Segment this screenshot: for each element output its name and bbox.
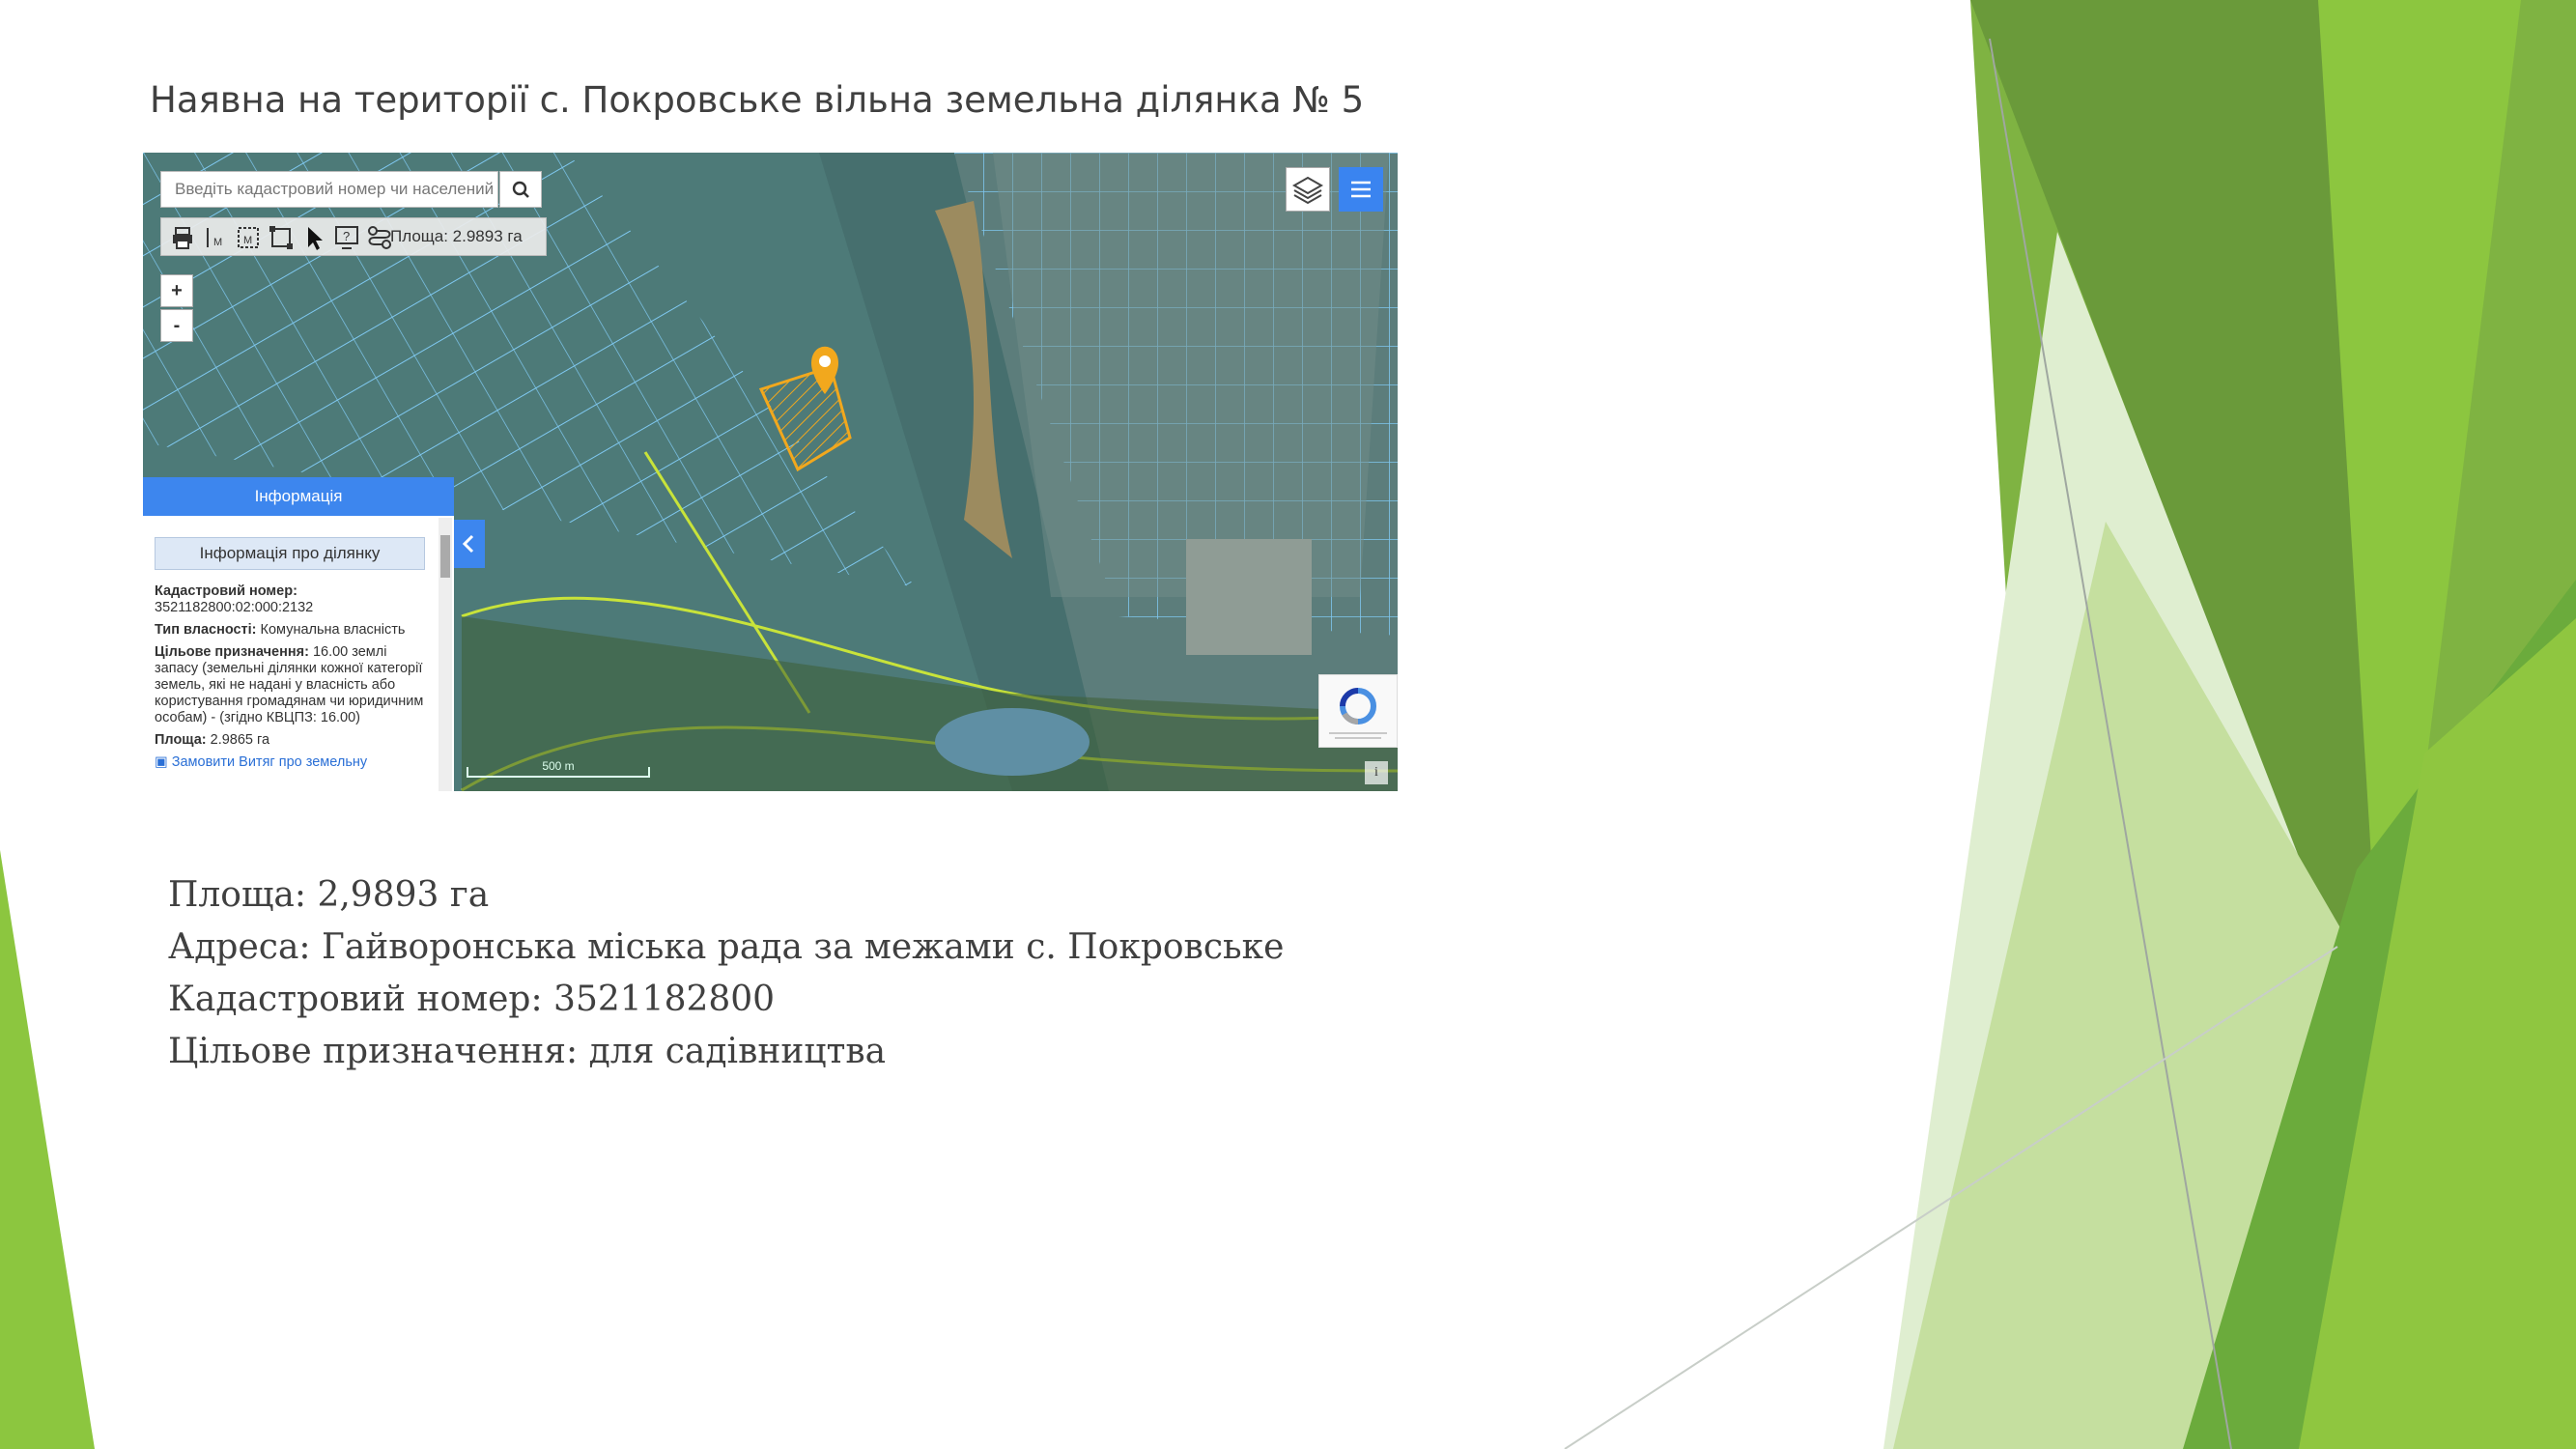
collapse-panel-button[interactable] <box>454 520 485 568</box>
ownership-label: Тип власності: <box>155 622 257 638</box>
ownership-value: Комунальна власність <box>260 622 406 638</box>
measure-area-icon[interactable]: M <box>235 224 262 251</box>
scroll-thumb[interactable] <box>440 535 450 578</box>
area-label: Площа: <box>155 732 207 748</box>
select-area-icon[interactable] <box>268 224 295 251</box>
cadastral-map-screenshot: Введіть кадастровий номер чи населений п… <box>143 153 1398 791</box>
tab-information[interactable]: Інформація <box>143 477 454 516</box>
map-toolbar: M M ? Площа: 2.9893 га <box>160 217 547 256</box>
zoom-out-button[interactable]: - <box>160 309 193 342</box>
parcel-info-header: Інформація про ділянку <box>155 537 425 570</box>
cadastral-label: Кадастровий номер: <box>155 583 297 599</box>
pointer-icon[interactable] <box>300 224 327 251</box>
info-scrollbar[interactable] <box>439 518 452 791</box>
parcel-summary: Площа: 2,9893 га Адреса: Гайворонська мі… <box>168 869 1284 1078</box>
info-panel: Інформація Інформація про ділянку Кадаст… <box>143 477 454 791</box>
recaptcha-badge[interactable] <box>1318 674 1398 748</box>
slide-title: Наявна на території с. Покровське вільна… <box>150 79 1365 121</box>
cadastral-line: Кадастровий номер: 3521182800 <box>168 980 776 1019</box>
chevron-left-icon <box>462 534 474 554</box>
area-line: Площа: 2,9893 га <box>168 875 490 915</box>
printer-icon[interactable] <box>169 224 196 251</box>
scale-label: 500 m <box>542 759 575 773</box>
parcel-details: Кадастровий номер: 3521182800:02:000:2132… <box>155 583 425 777</box>
purpose-line: Цільове призначення: для садівництва <box>168 1032 887 1071</box>
measure-line-icon[interactable]: M <box>202 224 229 251</box>
svg-text:?: ? <box>343 229 350 243</box>
recaptcha-icon <box>1329 688 1387 739</box>
svg-text:M: M <box>213 237 222 248</box>
zoom-in-button[interactable]: + <box>160 274 193 307</box>
cadastral-value: 3521182800:02:000:2132 <box>155 600 314 615</box>
order-extract-link[interactable]: Замовити Витяг про земельну <box>172 754 367 770</box>
address-line: Адреса: Гайворонська міська рада за межа… <box>168 927 1285 967</box>
layers-icon <box>1291 176 1324 205</box>
search-icon <box>512 181 529 198</box>
left-green-stripe <box>0 850 95 1449</box>
scale-bar: 500 m <box>467 759 650 779</box>
menu-button[interactable] <box>1339 167 1383 212</box>
help-icon[interactable]: ? <box>333 224 360 251</box>
svg-text:M: M <box>243 235 252 246</box>
area-readout: Площа: 2.9893 га <box>390 227 523 245</box>
hamburger-icon <box>1351 181 1371 198</box>
document-icon: ▣ <box>155 754 168 770</box>
search-input[interactable]: Введіть кадастровий номер чи населений п… <box>160 171 498 208</box>
layers-button[interactable] <box>1286 167 1330 212</box>
purpose-label: Цільове призначення: <box>155 644 309 660</box>
route-icon[interactable] <box>366 224 393 251</box>
map-attribution-button[interactable]: i <box>1365 761 1388 784</box>
area-value: 2.9865 га <box>210 732 270 748</box>
search-button[interactable] <box>499 171 542 208</box>
